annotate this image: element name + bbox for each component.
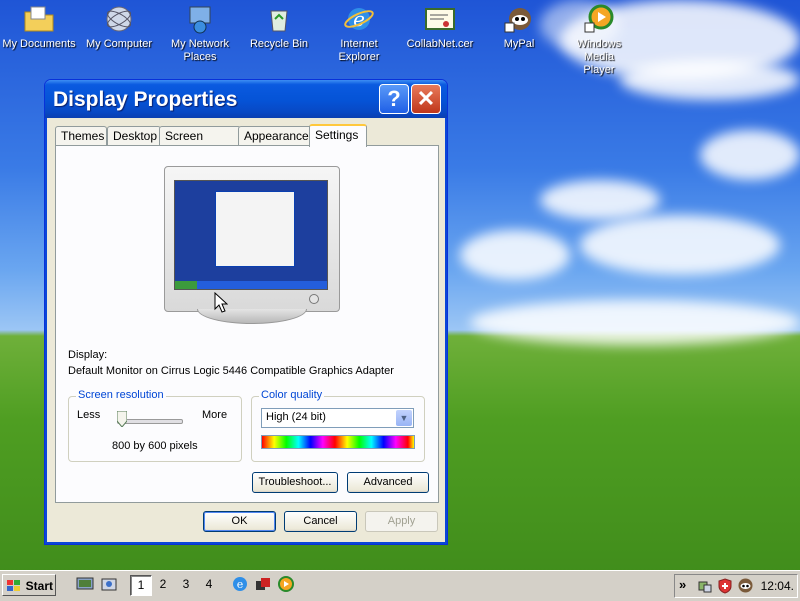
color-spectrum-bar [261,435,415,449]
virtual-desktop-2[interactable]: 2 [153,575,173,594]
internet-explorer-icon: e [344,7,374,31]
title-bar[interactable]: Display Properties ? ✕ [45,80,447,118]
desktop-icon-my-documents[interactable]: My Documents [1,3,77,51]
color-quality-select[interactable]: High (24 bit) ▼ [261,408,414,428]
virtual-desktop-4[interactable]: 4 [199,575,219,594]
cloud [620,60,800,100]
start-button[interactable]: Start [2,574,56,596]
color-quality-legend: Color quality [259,389,325,401]
resolution-slider-thumb[interactable] [117,411,127,427]
internet-explorer-quicklaunch-icon[interactable]: e [231,576,249,592]
cloud [460,230,570,280]
tab-settings[interactable]: Settings [309,124,367,147]
desktop-icon-windows-media-player[interactable]: Windows Media Player [561,3,637,77]
network-tray-icon[interactable] [697,578,713,594]
desktop-icon-internet-explorer[interactable]: e Internet Explorer [321,3,397,64]
tab-screen-saver[interactable]: Screen Saver [159,126,241,161]
virtual-desktop-3[interactable]: 3 [176,575,196,594]
screen-resolution-legend: Screen resolution [76,389,166,401]
color-quality-group: Color quality High (24 bit) ▼ [251,389,425,462]
cloud [580,215,780,275]
display-value: Default Monitor on Cirrus Logic 5446 Com… [68,365,394,377]
app-quicklaunch-icon[interactable] [254,576,272,592]
settings-panel: Display: Default Monitor on Cirrus Logic… [55,145,439,503]
window-title: Display Properties [53,88,238,111]
ok-button[interactable]: OK [203,511,276,532]
display-label: Display: [68,349,108,361]
tray-expand-chevron-icon[interactable]: » [679,577,686,592]
close-button[interactable]: ✕ [411,84,441,114]
apply-button[interactable]: Apply [365,511,438,532]
help-button[interactable]: ? [379,84,409,114]
network-places-icon [189,6,211,34]
cancel-button[interactable]: Cancel [284,511,357,532]
system-tray: » 12:04. [674,574,798,598]
mini-taskbar [175,281,327,289]
clock[interactable]: 12:04. [761,579,794,593]
show-desktop-icon[interactable] [76,576,94,592]
slider-more-label: More [202,409,228,421]
monitor-bezel [164,166,340,312]
resolution-value: 800 by 600 pixels [112,440,198,452]
windows-flag-icon [7,580,20,591]
desktop-icon-my-network-places[interactable]: My Network Places [162,3,238,64]
mypal-icon [504,8,531,33]
cloud [540,180,660,220]
desktop-icon-mypal[interactable]: MyPal [481,3,557,51]
desktop-icon-my-computer[interactable]: My Computer [81,3,157,51]
media-player-icon [584,4,614,33]
screen-resolution-group: Screen resolution Less More 800 by 600 p… [68,389,242,462]
taskbar: Start 1 2 3 4 e » 12:04. [0,570,800,601]
power-button-icon [309,294,319,304]
mini-start-button [175,281,197,289]
desktop-icon-recycle-bin[interactable]: Recycle Bin [241,3,317,51]
certificate-icon [425,8,455,30]
window-list-icon[interactable] [100,576,118,592]
start-label: Start [25,579,53,593]
dialog-body: Themes Desktop Screen Saver Appearance S… [49,118,443,540]
virtual-desktop-1[interactable]: 1 [130,575,152,596]
chevron-down-icon[interactable]: ▼ [396,410,412,426]
tab-desktop[interactable]: Desktop [107,126,161,145]
cloud [700,130,800,180]
troubleshoot-button[interactable]: Troubleshoot... [252,472,338,493]
tab-appearance[interactable]: Appearance [238,126,314,145]
computer-icon [106,6,132,32]
desktop-icon-collabnet-cer[interactable]: CollabNet.cer [402,3,478,51]
mouse-cursor-icon [214,292,228,313]
advanced-button[interactable]: Advanced [347,472,429,493]
svg-text:e: e [237,578,244,591]
cloud [470,300,800,345]
monitor-preview [164,166,340,324]
monitor-screen [174,180,328,290]
slider-less-label: Less [77,409,101,421]
svg-text:e: e [353,7,365,31]
display-properties-window: Display Properties ? ✕ Themes Desktop Sc… [44,79,448,545]
mini-window-preview [215,191,295,267]
recycle-bin-icon [270,10,288,32]
folder-documents-icon [24,6,54,32]
media-player-quicklaunch-icon[interactable] [277,576,295,592]
color-quality-value: High (24 bit) [266,411,326,423]
mypal-tray-icon[interactable] [737,577,754,594]
security-shield-icon[interactable] [717,578,733,594]
tab-themes[interactable]: Themes [55,126,107,145]
